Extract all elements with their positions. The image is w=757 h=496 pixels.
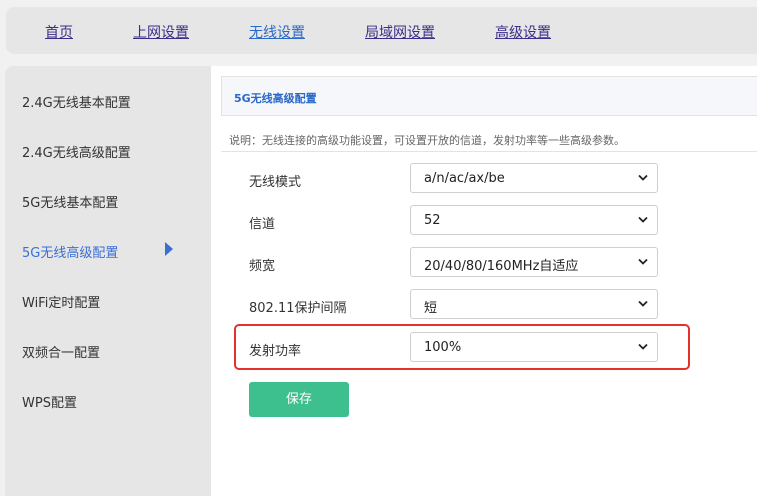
bandwidth-label: 频宽 [249,259,276,274]
bandwidth-select[interactable]: 20/40/80/160MHz自适应 [410,247,658,277]
guard-interval-select[interactable]: 短 [410,289,658,319]
panel-header: 5G无线高级配置 [221,76,757,116]
sidebar-item-dual-band[interactable]: 双频合一配置 [22,342,100,361]
description-text: 说明：无线连接的高级功能设置，可设置开放的信道，发射功率等一些高级参数。 [229,134,625,147]
chevron-down-icon [638,174,648,181]
channel-value: 52 [424,213,441,228]
nav-internet-settings[interactable]: 上网设置 [133,22,189,42]
tx-power-label: 发射功率 [249,344,302,359]
sidebar-item-24g-advanced[interactable]: 2.4G无线高级配置 [22,142,131,161]
chevron-down-icon [638,258,648,265]
sidebar-item-5g-basic[interactable]: 5G无线基本配置 [22,192,118,211]
chevron-down-icon [638,216,648,223]
sidebar-item-wifi-schedule[interactable]: WiFi定时配置 [22,292,100,311]
wireless-mode-value: a/n/ac/ax/be [424,171,505,186]
wireless-mode-select[interactable]: a/n/ac/ax/be [410,163,658,193]
tx-power-value: 100% [424,340,462,355]
wireless-mode-label: 无线模式 [249,175,302,190]
sidebar-item-5g-advanced[interactable]: 5G无线高级配置 [22,242,118,261]
sidebar-item-24g-basic[interactable]: 2.4G无线基本配置 [22,92,131,111]
nav-home[interactable]: 首页 [45,22,73,42]
top-nav: 首页 上网设置 无线设置 局域网设置 高级设置 [6,7,757,54]
nav-advanced-settings[interactable]: 高级设置 [495,22,551,42]
tx-power-select[interactable]: 100% [410,332,658,362]
guard-interval-label: 802.11保护间隔 [249,301,347,316]
nav-wireless-settings[interactable]: 无线设置 [249,22,305,42]
channel-label: 信道 [249,217,276,232]
divider [221,151,757,152]
sidebar-item-wps[interactable]: WPS配置 [22,392,77,411]
nav-lan-settings[interactable]: 局域网设置 [365,22,435,42]
chevron-down-icon [638,343,648,350]
panel-title: 5G无线高级配置 [234,92,317,105]
bandwidth-value: 20/40/80/160MHz自适应 [424,259,579,274]
guard-interval-value: 短 [424,301,438,316]
channel-select[interactable]: 52 [410,205,658,235]
sidebar: 2.4G无线基本配置 2.4G无线高级配置 5G无线基本配置 5G无线高级配置 … [5,66,211,496]
save-button[interactable]: 保存 [249,382,349,417]
active-arrow-icon [165,242,173,256]
main-panel: 5G无线高级配置 说明：无线连接的高级功能设置，可设置开放的信道，发射功率等一些… [211,66,757,496]
chevron-down-icon [638,300,648,307]
